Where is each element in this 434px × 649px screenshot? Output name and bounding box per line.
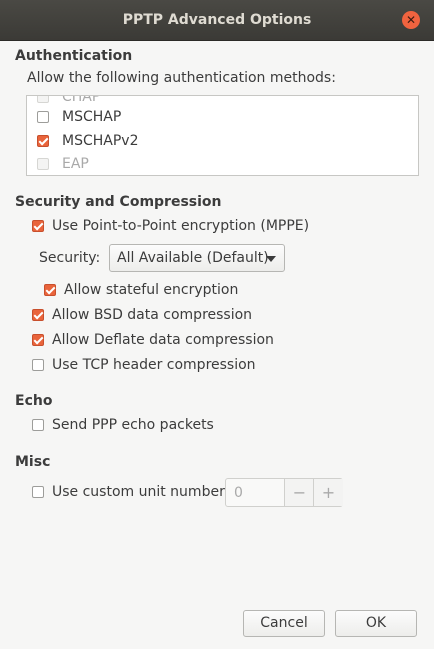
decrement-button[interactable]: − bbox=[284, 479, 314, 506]
mschapv2-checkbox[interactable] bbox=[37, 135, 49, 147]
tcp-option[interactable]: Use TCP header compression bbox=[32, 357, 256, 373]
mschapv2-label: MSCHAPv2 bbox=[62, 133, 139, 149]
chevron-down-icon bbox=[266, 256, 276, 262]
eap-checkbox[interactable] bbox=[37, 158, 49, 170]
mschap-label: MSCHAP bbox=[62, 109, 122, 125]
mppe-checkbox[interactable] bbox=[32, 220, 44, 232]
security-compression-heading: Security and Compression bbox=[15, 194, 222, 210]
auth-methods-label: Allow the following authentication metho… bbox=[27, 70, 336, 86]
deflate-label: Allow Deflate data compression bbox=[52, 332, 274, 348]
tcp-label: Use TCP header compression bbox=[52, 357, 256, 373]
increment-button[interactable]: + bbox=[313, 479, 343, 506]
mppe-label: Use Point-to-Point encryption (MPPE) bbox=[52, 218, 310, 234]
unit-option[interactable]: Use custom unit number: bbox=[32, 484, 229, 500]
deflate-checkbox[interactable] bbox=[32, 334, 44, 346]
stateful-checkbox[interactable] bbox=[44, 284, 56, 296]
auth-method-eap[interactable]: EAP bbox=[37, 153, 89, 175]
unit-number-spinner[interactable]: 0 − + bbox=[225, 478, 343, 507]
echo-label: Send PPP echo packets bbox=[52, 417, 214, 433]
pptp-advanced-options-dialog: PPTP Advanced Options ✕ Authentication A… bbox=[0, 0, 434, 649]
auth-methods-list[interactable]: CHAP MSCHAP MSCHAPv2 EAP bbox=[26, 95, 419, 176]
deflate-option[interactable]: Allow Deflate data compression bbox=[32, 332, 274, 348]
bsd-checkbox[interactable] bbox=[32, 309, 44, 321]
chap-label: CHAP bbox=[62, 95, 101, 105]
echo-heading: Echo bbox=[15, 393, 53, 409]
stateful-label: Allow stateful encryption bbox=[64, 282, 239, 298]
ok-button[interactable]: OK bbox=[335, 610, 417, 637]
cancel-button[interactable]: Cancel bbox=[243, 610, 325, 637]
tcp-checkbox[interactable] bbox=[32, 359, 44, 371]
eap-label: EAP bbox=[62, 156, 89, 172]
bsd-label: Allow BSD data compression bbox=[52, 307, 253, 323]
security-dropdown-value: All Available (Default) bbox=[117, 250, 269, 266]
security-dropdown[interactable]: All Available (Default) bbox=[109, 244, 285, 272]
unit-number-value[interactable]: 0 bbox=[234, 485, 243, 501]
echo-checkbox[interactable] bbox=[32, 419, 44, 431]
security-label: Security: bbox=[39, 250, 101, 266]
unit-checkbox[interactable] bbox=[32, 486, 44, 498]
stateful-option[interactable]: Allow stateful encryption bbox=[44, 282, 238, 298]
title-bar: PPTP Advanced Options ✕ bbox=[0, 0, 434, 41]
chap-checkbox[interactable] bbox=[37, 96, 49, 103]
misc-heading: Misc bbox=[15, 454, 51, 470]
bsd-option[interactable]: Allow BSD data compression bbox=[32, 307, 252, 323]
window-title: PPTP Advanced Options bbox=[122, 12, 312, 28]
unit-label: Use custom unit number: bbox=[52, 484, 230, 500]
auth-method-mschap[interactable]: MSCHAP bbox=[37, 106, 121, 128]
close-icon[interactable]: ✕ bbox=[402, 11, 420, 29]
auth-method-mschapv2[interactable]: MSCHAPv2 bbox=[37, 130, 138, 152]
authentication-heading: Authentication bbox=[15, 48, 133, 64]
mppe-option[interactable]: Use Point-to-Point encryption (MPPE) bbox=[32, 218, 309, 234]
echo-option[interactable]: Send PPP echo packets bbox=[32, 417, 214, 433]
mschap-checkbox[interactable] bbox=[37, 111, 49, 123]
